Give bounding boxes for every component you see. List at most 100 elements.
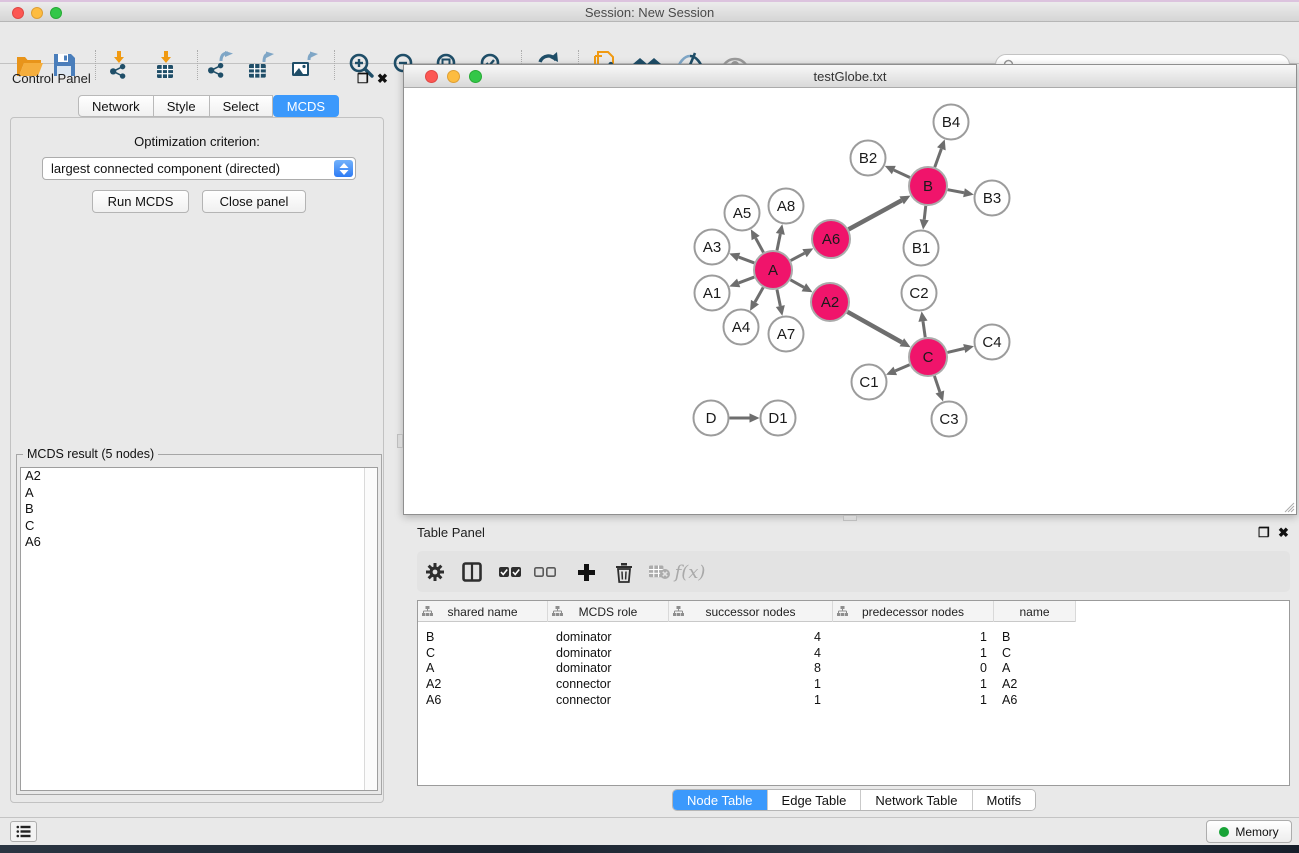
column-header-shared-name[interactable]: shared name — [418, 601, 548, 622]
graph-edge-C-C4[interactable] — [947, 349, 964, 353]
table-cell[interactable]: 1 — [669, 676, 821, 692]
graph-edge-B-B4[interactable] — [935, 149, 942, 167]
tab-network[interactable]: Network — [78, 95, 154, 117]
add-column-icon[interactable] — [570, 556, 602, 588]
node-table[interactable]: shared nameMCDS rolesuccessor nodesprede… — [417, 600, 1290, 786]
graph-edge-B-B2[interactable] — [894, 170, 910, 177]
show-columns-icon[interactable] — [456, 556, 488, 588]
export-network-icon[interactable] — [203, 49, 235, 81]
select-all-icon[interactable] — [494, 556, 526, 588]
table-panel-float-icon[interactable]: ❐ — [1258, 525, 1270, 541]
window-title: Session: New Session — [0, 5, 1299, 20]
splitter-handle-vertical[interactable] — [397, 434, 403, 448]
table-cell[interactable]: dominator — [556, 645, 612, 661]
table-cell[interactable]: dominator — [556, 660, 612, 676]
tab-network-table[interactable]: Network Table — [861, 790, 972, 810]
table-cell[interactable]: A6 — [1002, 692, 1017, 708]
graph-edge-A-A5[interactable] — [756, 238, 764, 252]
table-cell[interactable]: 1 — [833, 676, 987, 692]
close-panel-button[interactable]: Close panel — [202, 190, 306, 213]
tab-mcds[interactable]: MCDS — [273, 95, 339, 117]
control-panel-float-icon[interactable]: ❐ — [357, 71, 369, 87]
window-titlebar: Session: New Session — [0, 0, 1299, 22]
column-header-predecessor-nodes[interactable]: predecessor nodes — [833, 601, 994, 622]
graph-edge-C-C1[interactable] — [895, 365, 909, 371]
resize-handle-icon[interactable] — [1281, 499, 1295, 513]
graph-edge-A-A3[interactable] — [739, 257, 755, 263]
table-cell[interactable]: C — [1002, 645, 1011, 661]
graph-edge-A-A1[interactable] — [739, 277, 755, 283]
network-view-window: testGlobe.txt AA1A2A3A4A5A6A7A8BB1B2B3B4… — [403, 64, 1297, 515]
graph-edge-C-C3[interactable] — [934, 376, 939, 392]
table-cell[interactable]: 1 — [833, 629, 987, 645]
column-header-MCDS-role[interactable]: MCDS role — [548, 601, 669, 622]
graph-node-label: C1 — [859, 374, 878, 391]
graph-edge-A-A8[interactable] — [777, 234, 780, 250]
table-cell[interactable]: A6 — [426, 692, 441, 708]
mcds-result-item[interactable]: A2 — [21, 468, 377, 485]
graph-edge-A-A4[interactable] — [755, 287, 763, 302]
table-cell[interactable]: connector — [556, 692, 611, 708]
run-mcds-button[interactable]: Run MCDS — [92, 190, 189, 213]
column-header-successor-nodes[interactable]: successor nodes — [669, 601, 833, 622]
graph-edge-A6-B[interactable] — [849, 200, 902, 229]
memory-button[interactable]: Memory — [1206, 820, 1292, 843]
table-cell[interactable]: B — [426, 629, 434, 645]
mcds-result-item[interactable]: A — [21, 485, 377, 502]
table-cell[interactable]: C — [426, 645, 435, 661]
task-history-button[interactable] — [10, 821, 37, 842]
mcds-result-item[interactable]: C — [21, 518, 377, 535]
table-cell[interactable]: A — [426, 660, 434, 676]
tab-select[interactable]: Select — [210, 95, 273, 117]
column-header-name[interactable]: name — [994, 601, 1076, 622]
import-table-icon[interactable] — [150, 49, 182, 81]
table-cell[interactable]: B — [1002, 629, 1010, 645]
tab-style[interactable]: Style — [154, 95, 210, 117]
optimization-criterion-label: Optimization criterion: — [10, 134, 384, 149]
graph-edge-C-C2[interactable] — [923, 321, 925, 337]
graph-node-label: B3 — [983, 190, 1001, 207]
table-toolbar: f(x) — [417, 551, 1290, 592]
mcds-result-item[interactable]: A6 — [21, 534, 377, 551]
table-cell[interactable]: 0 — [833, 660, 987, 676]
table-cell[interactable]: connector — [556, 676, 611, 692]
table-cell[interactable]: A2 — [1002, 676, 1017, 692]
graph-edge-arrowhead — [918, 311, 927, 322]
export-table-icon[interactable] — [245, 49, 277, 81]
graph-edge-B-B3[interactable] — [948, 190, 964, 193]
graph-edge-B-B1[interactable] — [924, 206, 926, 220]
graph-edge-A2-C[interactable] — [847, 312, 901, 343]
tab-node-table[interactable]: Node Table — [673, 790, 768, 810]
mcds-result-item[interactable]: B — [21, 501, 377, 518]
table-cell[interactable]: 1 — [833, 692, 987, 708]
deselect-all-icon[interactable] — [529, 556, 561, 588]
graph-edge-arrowhead — [963, 188, 974, 197]
network-window-titlebar[interactable]: testGlobe.txt — [404, 65, 1296, 88]
table-cell[interactable]: 8 — [669, 660, 821, 676]
network-canvas[interactable]: AA1A2A3A4A5A6A7A8BB1B2B3B4CC1C2C3C4DD1 — [405, 88, 1296, 514]
table-cell[interactable]: 4 — [669, 645, 821, 661]
table-cell[interactable]: A2 — [426, 676, 441, 692]
table-cell[interactable]: 1 — [833, 645, 987, 661]
scrollbar-track[interactable] — [364, 468, 377, 790]
graph-edge-arrowhead — [776, 305, 785, 316]
table-cell[interactable]: 1 — [669, 692, 821, 708]
table-mode-gear-icon[interactable] — [419, 556, 451, 588]
delete-columns-icon[interactable] — [608, 556, 640, 588]
table-cell[interactable]: dominator — [556, 629, 612, 645]
tab-motifs[interactable]: Motifs — [973, 790, 1036, 810]
graph-edge-A-A6[interactable] — [791, 253, 805, 260]
graph-edge-A-A2[interactable] — [790, 280, 803, 288]
import-network-icon[interactable] — [103, 49, 135, 81]
graph-edge-A-A7[interactable] — [777, 290, 780, 306]
mcds-result-list[interactable]: A2ABCA6 — [20, 467, 378, 791]
table-panel-close-icon[interactable]: ✖ — [1278, 525, 1289, 541]
table-cell[interactable]: 4 — [669, 629, 821, 645]
export-image-icon[interactable] — [288, 49, 320, 81]
tab-edge-table[interactable]: Edge Table — [768, 790, 862, 810]
splitter-handle-horizontal[interactable] — [843, 515, 857, 521]
control-panel-close-icon[interactable]: ✖ — [377, 71, 388, 87]
criterion-dropdown[interactable]: largest connected component (directed) — [42, 157, 356, 180]
table-cell[interactable]: A — [1002, 660, 1010, 676]
graph-node-label: A7 — [777, 326, 795, 343]
